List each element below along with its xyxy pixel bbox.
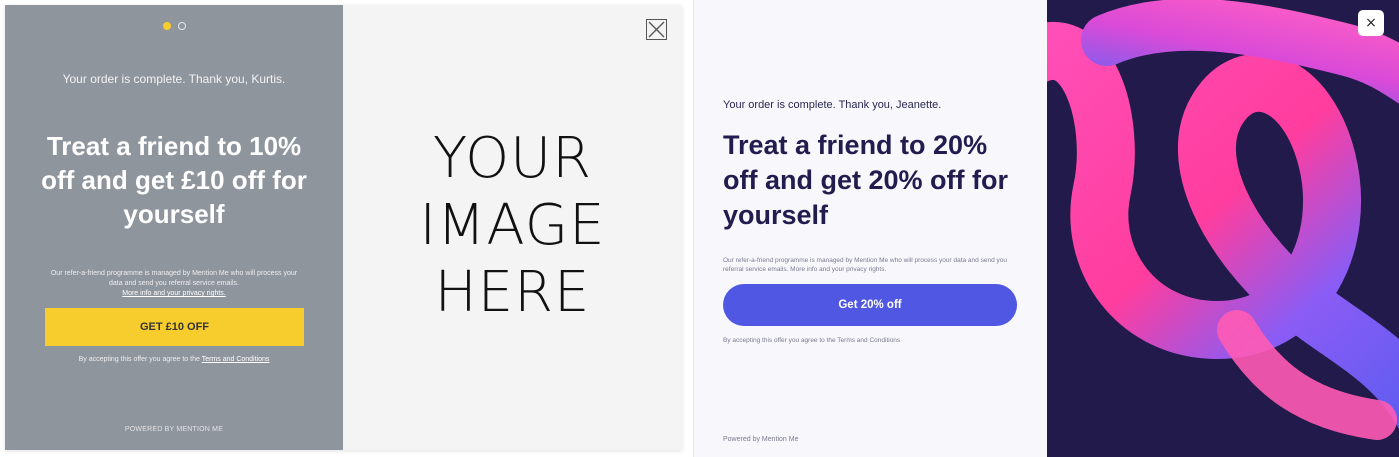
offer-panel: Your order is complete. Thank you, Kurti… — [5, 5, 343, 450]
close-icon: × — [1365, 15, 1377, 31]
powered-by-text: Powered by Mention Me — [723, 436, 799, 443]
privacy-text: Our refer-a-friend programme is managed … — [50, 270, 298, 287]
placeholder-line-3: HERE — [434, 260, 591, 325]
carousel-dot-1[interactable] — [162, 22, 171, 30]
get-offer-button[interactable]: GET £10 OFF — [45, 308, 304, 346]
image-placeholder-panel: YOUR IMAGE HERE — [343, 5, 682, 450]
terms-link[interactable]: Terms and Conditions — [202, 356, 270, 363]
placeholder-line-2: IMAGE — [419, 193, 606, 258]
privacy-link[interactable]: More info and your privacy rights. — [122, 290, 226, 297]
referral-modal-classic: Your order is complete. Thank you, Kurti… — [5, 5, 682, 450]
placeholder-line-1: YOUR — [432, 126, 593, 191]
ribbon-swirl-illustration — [1047, 0, 1399, 440]
page: Your order is complete. Thank you, Kurti… — [0, 0, 1399, 457]
order-complete-message: Your order is complete. Thank you, Jeane… — [723, 99, 942, 111]
referral-modal-modern: Your order is complete. Thank you, Jeane… — [693, 0, 1399, 457]
get-offer-button[interactable]: Get 20% off — [723, 284, 1017, 326]
offer-headline: Treat a friend to 10% off and get £10 of… — [41, 131, 307, 229]
image-placeholder-text: YOUR IMAGE HERE — [343, 125, 682, 326]
close-button[interactable] — [646, 19, 667, 40]
order-complete-message: Your order is complete. Thank you, Kurti… — [62, 72, 286, 86]
carousel-dot-2[interactable] — [177, 22, 186, 30]
close-button[interactable]: × — [1358, 10, 1384, 36]
decorative-artwork — [1047, 0, 1399, 457]
carousel-dots — [5, 22, 343, 30]
powered-by-text: POWERED BY MENTION ME — [124, 426, 224, 433]
terms-notice: By accepting this offer you agree to the… — [5, 356, 343, 363]
close-icon — [648, 21, 665, 38]
privacy-notice: Our refer-a-friend programme is managed … — [45, 269, 303, 299]
privacy-notice: Our refer-a-friend programme is managed … — [723, 257, 1007, 273]
offer-headline: Treat a friend to 20% off and get 20% of… — [723, 130, 1008, 230]
offer-panel: Your order is complete. Thank you, Jeane… — [694, 0, 1047, 457]
terms-notice[interactable]: By accepting this offer you agree to the… — [723, 337, 900, 344]
terms-text: By accepting this offer you agree to the — [78, 356, 200, 363]
